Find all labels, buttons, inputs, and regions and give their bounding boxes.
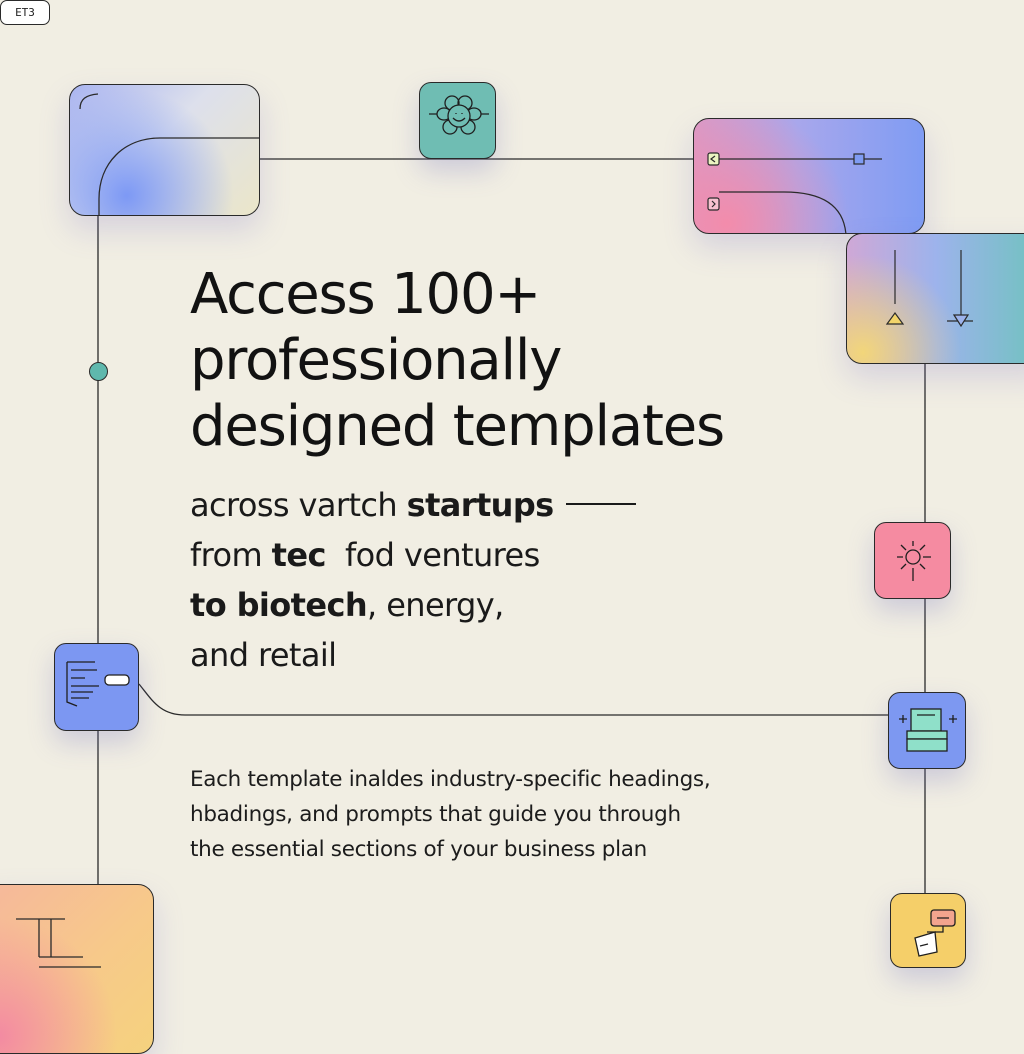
dash-rule xyxy=(565,503,636,505)
subhead-text: fod ventures xyxy=(325,536,540,574)
gradient-card-bottom-left xyxy=(0,884,154,1054)
body-line: hbadings, and prompts that guide you thr… xyxy=(190,802,681,827)
machine-icon xyxy=(899,708,957,752)
spark-icon xyxy=(897,541,931,581)
price-tag-icon xyxy=(914,909,956,957)
connector-node xyxy=(89,362,108,381)
headline: Access 100+ professionally designed temp… xyxy=(190,262,830,460)
flower-icon xyxy=(429,95,489,135)
arrow-markers-icon xyxy=(885,250,973,328)
headline-line: designed templates xyxy=(190,394,725,459)
subhead-emphasis: tec xyxy=(271,536,327,574)
subhead-text: from xyxy=(190,536,272,574)
subhead-text: , energy, xyxy=(367,586,504,624)
tile-price-tag[interactable] xyxy=(890,893,966,968)
tile-document[interactable] xyxy=(54,643,139,731)
tile-machine[interactable] xyxy=(888,692,966,769)
tile-flower[interactable] xyxy=(419,82,496,159)
tile-spark[interactable] xyxy=(874,522,951,599)
headline-line: professionally xyxy=(190,328,562,393)
subhead-text: across vartch xyxy=(190,486,407,524)
gradient-card-top-left xyxy=(69,84,260,216)
slider-controls-icon xyxy=(707,152,882,233)
curve-icon xyxy=(79,93,259,215)
gradient-card-top-right xyxy=(693,118,925,234)
bracket-lines-icon xyxy=(16,918,101,968)
document-icon xyxy=(66,661,130,707)
subhead-emphasis: to biotech xyxy=(190,586,368,624)
headline-line: Access 100+ xyxy=(190,262,541,327)
subheading: across vartch startups from tec fod vent… xyxy=(190,480,810,680)
body-copy: Each template inaldes industry-specific … xyxy=(190,762,850,867)
body-line: the essential sections of your business … xyxy=(190,837,647,862)
subhead-emphasis: startups xyxy=(406,486,555,524)
subhead-text: and retail xyxy=(190,636,337,674)
body-line: Each template inaldes industry-specific … xyxy=(190,767,711,792)
gradient-card-right xyxy=(846,233,1024,364)
